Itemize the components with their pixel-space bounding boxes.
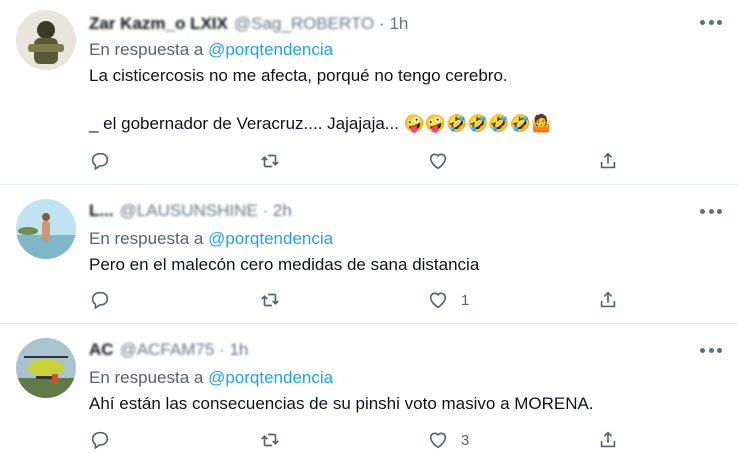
retweet-button[interactable]	[259, 428, 281, 452]
tweet-header: Zar Kazm_o LXIX @Sag_ROBERTO · 1h	[89, 12, 408, 36]
reply-prefix: En respuesta a	[89, 229, 204, 248]
reply-context: En respuesta a @porqtendencia	[89, 38, 333, 62]
reply-button[interactable]	[89, 288, 111, 312]
like-count: 3	[461, 431, 470, 449]
share-button[interactable]	[597, 149, 619, 173]
share-button[interactable]	[597, 428, 619, 452]
user-handle[interactable]: @Sag_ROBERTO	[234, 14, 374, 33]
like-icon	[429, 432, 447, 449]
action-bar: 1	[89, 288, 649, 312]
retweet-icon	[261, 293, 279, 307]
retweet-icon	[261, 433, 279, 447]
share-icon	[600, 291, 616, 308]
tweet[interactable]: AC @ACFAM75 · 1h En respuesta a @porqtend…	[0, 324, 738, 454]
retweet-button[interactable]	[259, 288, 281, 312]
avatar[interactable]	[16, 10, 76, 70]
more-icon[interactable]	[700, 346, 722, 354]
display-name[interactable]: L...	[89, 201, 114, 220]
tweet-text-line: Ahí están las consecuencias de su pinshi…	[89, 394, 594, 413]
display-name[interactable]: Zar Kazm_o LXIX	[89, 14, 228, 33]
user-handle[interactable]: @LAUSUNSHINE	[120, 201, 258, 220]
reply-button[interactable]	[89, 428, 111, 452]
reply-icon	[91, 291, 109, 310]
tweet[interactable]: Zar Kazm_o LXIX @Sag_ROBERTO · 1h En resp…	[0, 0, 738, 184]
separator: ·	[262, 201, 269, 220]
share-icon	[600, 152, 616, 169]
more-icon[interactable]	[700, 207, 722, 215]
tweet-header: L... @LAUSUNSHINE · 2h	[89, 199, 292, 223]
user-handle[interactable]: @ACFAM75	[120, 340, 215, 359]
like-icon	[429, 292, 447, 309]
separator: ·	[219, 340, 225, 359]
action-bar	[89, 149, 649, 173]
tweet-text-line: La cisticercosis no me afecta, porqué no…	[89, 66, 508, 85]
more-icon[interactable]	[700, 18, 722, 26]
like-button[interactable]: 1	[427, 288, 469, 312]
tweet-text-line: _ el gobernador de Veracruz.... Jajajaja…	[89, 114, 552, 133]
retweet-button[interactable]	[259, 149, 281, 173]
retweet-icon	[261, 154, 279, 168]
timestamp[interactable]: 1h	[389, 14, 408, 33]
tweet-header: AC @ACFAM75 · 1h	[89, 338, 248, 362]
share-button[interactable]	[597, 288, 619, 312]
reply-mention-link[interactable]: @porqtendencia	[208, 368, 333, 387]
like-icon	[429, 153, 447, 170]
reply-icon	[91, 152, 109, 171]
avatar[interactable]	[16, 338, 76, 398]
action-bar: 3	[89, 428, 649, 452]
display-name[interactable]: AC	[89, 340, 114, 359]
reply-context: En respuesta a @porqtendencia	[89, 366, 333, 390]
like-count: 1	[461, 291, 470, 309]
reply-button[interactable]	[89, 149, 111, 173]
reply-icon	[91, 431, 109, 450]
timestamp[interactable]: 2h	[273, 201, 292, 220]
tweet-feed: Zar Kazm_o LXIX @Sag_ROBERTO · 1h En resp…	[0, 0, 738, 454]
like-button[interactable]: 3	[427, 428, 469, 452]
avatar[interactable]	[16, 199, 76, 259]
separator: ·	[379, 14, 385, 33]
reply-mention-link[interactable]: @porqtendencia	[208, 229, 333, 248]
reply-prefix: En respuesta a	[89, 368, 204, 387]
reply-prefix: En respuesta a	[89, 40, 204, 59]
reply-context: En respuesta a @porqtendencia	[89, 227, 333, 251]
timestamp[interactable]: 1h	[229, 340, 248, 359]
like-button[interactable]	[427, 149, 449, 173]
tweet-text-line: Pero en el malecón cero medidas de sana …	[89, 255, 480, 274]
reply-mention-link[interactable]: @porqtendencia	[208, 40, 333, 59]
share-icon	[600, 431, 616, 448]
tweet[interactable]: L... @LAUSUNSHINE · 2h En respuesta a @po…	[0, 185, 738, 323]
